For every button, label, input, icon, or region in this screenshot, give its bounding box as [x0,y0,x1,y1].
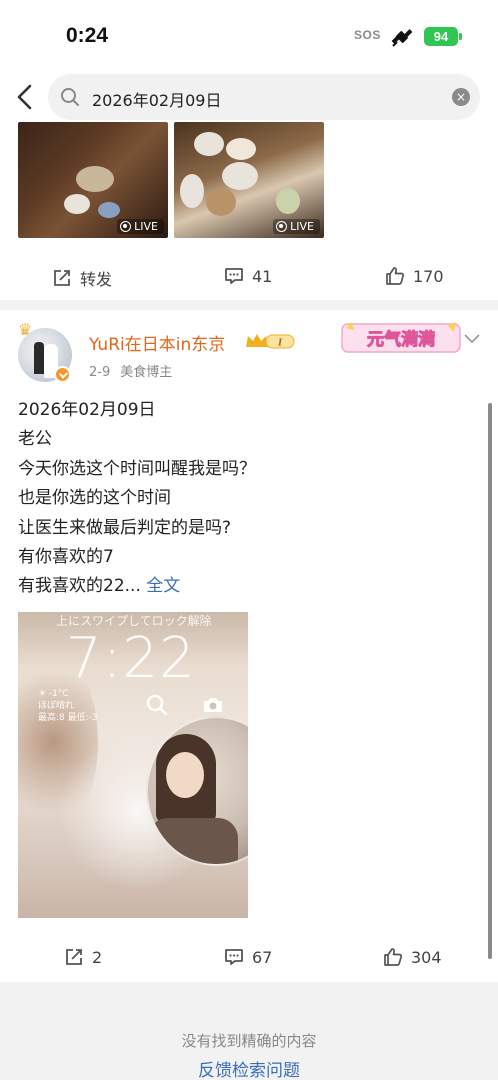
back-arrow-icon[interactable] [12,82,38,112]
content-line: 有我喜欢的22... [18,576,141,597]
search-icon [146,694,168,716]
repost-count: 2 [92,947,103,967]
post-meta: 2-9 美食博主 [89,361,172,380]
read-more-link[interactable]: 全文 [146,576,180,596]
status-bar: 0:24 SOS 94 [0,0,498,70]
verified-icon [54,366,71,383]
live-label: LIVE [134,220,158,233]
sticker-decoration: 元气满满 [341,322,461,353]
weather-widget: ☀ -1°C ほぼ晴れ 最高:8 最低:-3 [38,688,98,724]
weather-line: ☀ -1°C [38,689,69,699]
thumbs-up-icon [384,948,403,966]
repost-label: 转发 [80,270,113,289]
content-line: 让医生来做最后判定的是吗? [18,517,232,538]
content-line: 也是你选的这个时间 [18,488,171,509]
live-photo-icon [276,221,288,232]
search-input[interactable]: 2026年02月09日 × [48,74,480,120]
satellite-icon [391,29,413,47]
battery-tip [459,33,462,40]
clear-search-icon[interactable]: × [452,88,470,106]
feedback-link[interactable]: 反馈检索问题 [0,1056,498,1080]
thumbs-up-icon [386,267,405,285]
post-photo[interactable]: 上にスワイプしてロック解除 7:22 ☀ -1°C ほぼ晴れ 最高:8 最低:-… [18,612,248,918]
post-content: 2026年02月09日 老公 今天你选这个时间叫醒我是吗？ 也是你选的这个时间 … [18,396,458,602]
live-photo-icon [120,221,132,232]
content-line-last: 有我喜欢的22... 全文 [18,572,458,601]
search-header: 2026年02月09日 × [0,70,498,122]
user-tag: 美食博主 [120,365,173,380]
like-count: 170 [413,266,444,286]
svg-text:元气满满: 元气满满 [367,329,435,350]
username[interactable]: YuRi在日本in东京 [89,330,225,355]
comment-button[interactable]: 67 [224,947,272,967]
post-date: 2-9 [89,365,111,380]
status-time: 0:24 [66,24,109,47]
search-footer: 没有找到精确的内容 反馈检索问题 [0,982,498,1080]
svg-text:I: I [277,337,283,349]
vip-badge-icon: I [246,334,295,349]
weather-line: 最高:8 最低:-3 [38,713,98,723]
weather-line: ほぼ晴れ [38,701,75,711]
content-line: 2026年02月09日 [18,400,156,420]
search-query[interactable]: 2026年02月09日 [92,87,221,111]
search-icon [61,88,79,106]
like-button[interactable]: 170 [385,266,444,286]
repost-icon [66,949,82,965]
comment-icon [225,949,243,965]
comment-count: 41 [252,266,273,286]
repost-button[interactable]: 转发 [52,266,112,290]
content-line: 老公 [18,429,52,450]
content-line: 今天你选这个时间叫醒我是吗？ [18,458,256,479]
repost-button[interactable]: 2 [64,947,102,967]
post-actions: 转发 41 170 [0,256,498,300]
post-actions: 2 67 304 [0,937,498,981]
scrollbar[interactable] [488,403,492,959]
sos-indicator: SOS [354,28,381,42]
live-badge: LIVE [273,219,320,234]
post-image[interactable]: LIVE [18,122,168,238]
live-badge: LIVE [117,219,164,234]
live-label: LIVE [290,220,314,233]
post-divider [0,300,498,310]
post-image[interactable]: LIVE [174,122,324,238]
comment-button[interactable]: 41 [224,266,272,286]
repost-icon [54,270,70,286]
comment-icon [225,268,243,284]
no-exact-result-note: 没有找到精确的内容 [181,1032,317,1050]
lockscreen-clock: 7:22 [66,626,196,691]
like-button[interactable]: 304 [383,947,442,967]
user-avatar[interactable]: ♛ [16,320,76,383]
camera-icon [204,698,222,712]
comment-count: 67 [252,947,273,967]
content-line: 有你喜欢的7 [18,547,114,568]
battery-indicator: 94 [424,27,458,46]
chevron-down-icon[interactable] [464,334,480,344]
like-count: 304 [411,947,442,967]
